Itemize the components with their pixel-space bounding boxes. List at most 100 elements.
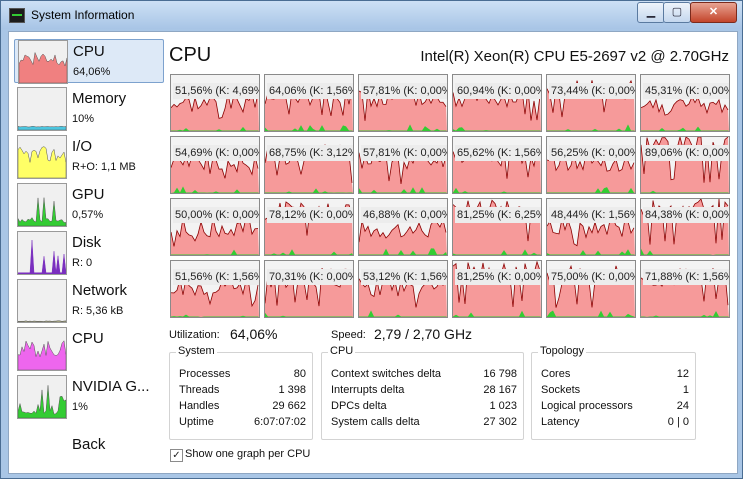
cpu-core-graph: 64,06% (K: 1,56%) — [264, 74, 354, 132]
sidebar-item-value: 1% — [72, 401, 88, 413]
cpu-core-graph: 57,81% (K: 0,00%) — [358, 136, 448, 194]
memory-graph-icon — [17, 87, 67, 131]
cpu-core-usage-label: 78,12% (K: 0,00%) — [267, 207, 353, 223]
sidebar-item-io[interactable]: I/O R+O: 1,1 MB — [14, 135, 164, 179]
cpu-core-usage-label: 68,75% (K: 3,12%) — [267, 145, 353, 161]
one-graph-per-cpu-checkbox[interactable]: ✓ — [170, 449, 183, 462]
cpu-core-graph: 81,25% (K: 6,25%) — [452, 198, 542, 256]
cpu-core-usage-label: 54,69% (K: 0,00%) — [173, 145, 259, 161]
sidebar-item-label: CPU — [73, 43, 105, 60]
sidebar-item-label: Network — [72, 282, 128, 299]
stat-value: 29 662 — [272, 400, 306, 412]
stat-value: 28 167 — [483, 384, 517, 396]
sidebar-item-nvidia-gpu[interactable]: NVIDIA G... 1% — [14, 375, 164, 419]
system-row: Uptime 6:07:07:02 — [179, 416, 306, 432]
sidebar-item-label: Memory — [72, 90, 127, 107]
cpu-row: Interrupts delta 28 167 — [331, 384, 517, 400]
cpu-core-graph: 75,00% (K: 0,00%) — [546, 260, 636, 318]
sidebar-item-gpu[interactable]: GPU 0,57% — [14, 183, 164, 227]
cpu-core-usage-label: 89,06% (K: 0,00%) — [643, 145, 729, 161]
stat-label: Uptime — [179, 416, 214, 428]
cpu-core-graph: 46,88% (K: 0,00%) — [358, 198, 448, 256]
sidebar-item-value: R: 0 — [72, 257, 93, 269]
gpu-graph-icon — [17, 183, 67, 227]
system-information-window: System Information ▁ ▢ ✕ CPU 64,06% Memo… — [0, 0, 743, 479]
close-button[interactable]: ✕ — [690, 2, 737, 23]
cpu-row: Context switches delta 16 798 — [331, 368, 517, 384]
sidebar-item-memory[interactable]: Memory 10% — [14, 87, 164, 131]
cpu-core-usage-label: 73,44% (K: 0,00%) — [549, 83, 635, 99]
stat-label: Interrupts delta — [331, 384, 405, 396]
cpu-core-graph: 78,12% (K: 0,00%) — [264, 198, 354, 256]
system-group-title: System — [176, 345, 217, 357]
network-graph-icon — [17, 279, 67, 323]
sidebar-item-label: Disk — [72, 234, 102, 251]
stat-label: Logical processors — [541, 400, 633, 412]
cpu-core-graph: 70,31% (K: 0,00%) — [264, 260, 354, 318]
cpu-core-usage-label: 60,94% (K: 0,00%) — [455, 83, 541, 99]
stat-label: Handles — [179, 400, 220, 412]
cpu-core-usage-label: 70,31% (K: 0,00%) — [267, 269, 353, 285]
maximize-button[interactable]: ▢ — [663, 2, 691, 23]
title-bar[interactable]: System Information ▁ ▢ ✕ — [1, 1, 742, 29]
cpu-core-usage-label: 65,62% (K: 1,56%) — [455, 145, 541, 161]
sidebar-item-label: CPU — [72, 330, 104, 347]
cpu-core-graph: 53,12% (K: 1,56%) — [358, 260, 448, 318]
cpu-core-graph: 71,88% (K: 1,56%) — [640, 260, 730, 318]
stat-value: 1 023 — [489, 400, 517, 412]
stat-label: Latency — [541, 416, 580, 428]
minimize-button[interactable]: ▁ — [637, 2, 665, 23]
cpu-core-graph: 48,44% (K: 1,56%) — [546, 198, 636, 256]
cpu-core-usage-label: 51,56% (K: 1,56%) — [173, 269, 259, 285]
app-icon — [9, 8, 25, 23]
cpu-core-graph: 84,38% (K: 0,00%) — [640, 198, 730, 256]
sidebar-item-cpu-2[interactable]: CPU — [14, 327, 164, 371]
stat-label: Sockets — [541, 384, 581, 396]
cpu-core-usage-label: 57,81% (K: 0,00%) — [361, 83, 447, 99]
sidebar-item-network[interactable]: Network R: 5,36 kB — [14, 279, 164, 323]
cpu-core-graph: 45,31% (K: 0,00%) — [640, 74, 730, 132]
cpu-core-usage-label: 75,00% (K: 0,00%) — [549, 269, 635, 285]
sidebar-item-cpu[interactable]: CPU 64,06% — [14, 39, 164, 84]
cpu-core-usage-label: 81,25% (K: 0,00%) — [455, 269, 541, 285]
cpu-core-usage-label: 53,12% (K: 1,56%) — [361, 269, 447, 285]
cpu-core-graph: 68,75% (K: 3,12%) — [264, 136, 354, 194]
cpu-core-graph: 56,25% (K: 0,00%) — [546, 136, 636, 194]
one-graph-per-cpu-label[interactable]: Show one graph per CPU — [185, 448, 310, 460]
cpu-core-usage-label: 71,88% (K: 1,56%) — [643, 269, 729, 285]
cpu-core-usage-label: 57,81% (K: 0,00%) — [361, 145, 447, 161]
topology-row: Cores 12 — [541, 368, 689, 384]
cpu-core-usage-label: 81,25% (K: 6,25%) — [455, 207, 541, 223]
disk-graph-icon — [17, 231, 67, 275]
system-row: Handles 29 662 — [179, 400, 306, 416]
cpu-core-graph: 89,06% (K: 0,00%) — [640, 136, 730, 194]
utilization-value: 64,06% — [230, 326, 278, 342]
stat-value: 0 | 0 — [667, 416, 689, 428]
cpu-group-title: CPU — [328, 345, 356, 357]
sidebar-item-value: R+O: 1,1 MB — [72, 161, 136, 173]
stat-value: 16 798 — [483, 368, 517, 380]
stat-label: Context switches delta — [331, 368, 442, 380]
stat-value: 1 — [682, 384, 689, 396]
sidebar-item-value: 0,57% — [72, 209, 104, 221]
sidebar-item-disk[interactable]: Disk R: 0 — [14, 231, 164, 275]
sidebar-item-label: NVIDIA G... — [72, 378, 150, 395]
cpu-core-usage-label: 56,25% (K: 0,00%) — [549, 145, 635, 161]
stat-value: 1 398 — [278, 384, 306, 396]
stat-value: 6:07:07:02 — [254, 416, 306, 428]
stat-value: 24 — [676, 400, 689, 412]
gpu-graph-icon — [17, 375, 67, 419]
back-button[interactable]: Back — [72, 436, 105, 453]
cpu-core-usage-label: 50,00% (K: 0,00%) — [173, 207, 259, 223]
stat-label: Cores — [541, 368, 571, 380]
cpu-core-graph: 54,69% (K: 0,00%) — [170, 136, 260, 194]
sidebar-item-value: 10% — [72, 113, 95, 125]
cpu-core-graph: 60,94% (K: 0,00%) — [452, 74, 542, 132]
cpu-core-usage-label: 46,88% (K: 0,00%) — [361, 207, 447, 223]
cpu-core-graph: 51,56% (K: 1,56%) — [170, 260, 260, 318]
topology-row: Logical processors 24 — [541, 400, 689, 416]
cpu-core-graph: 73,44% (K: 0,00%) — [546, 74, 636, 132]
window-title: System Information — [31, 8, 135, 22]
cpu-core-usage-label: 45,31% (K: 0,00%) — [643, 83, 729, 99]
cpu-core-usage-label: 48,44% (K: 1,56%) — [549, 207, 635, 223]
